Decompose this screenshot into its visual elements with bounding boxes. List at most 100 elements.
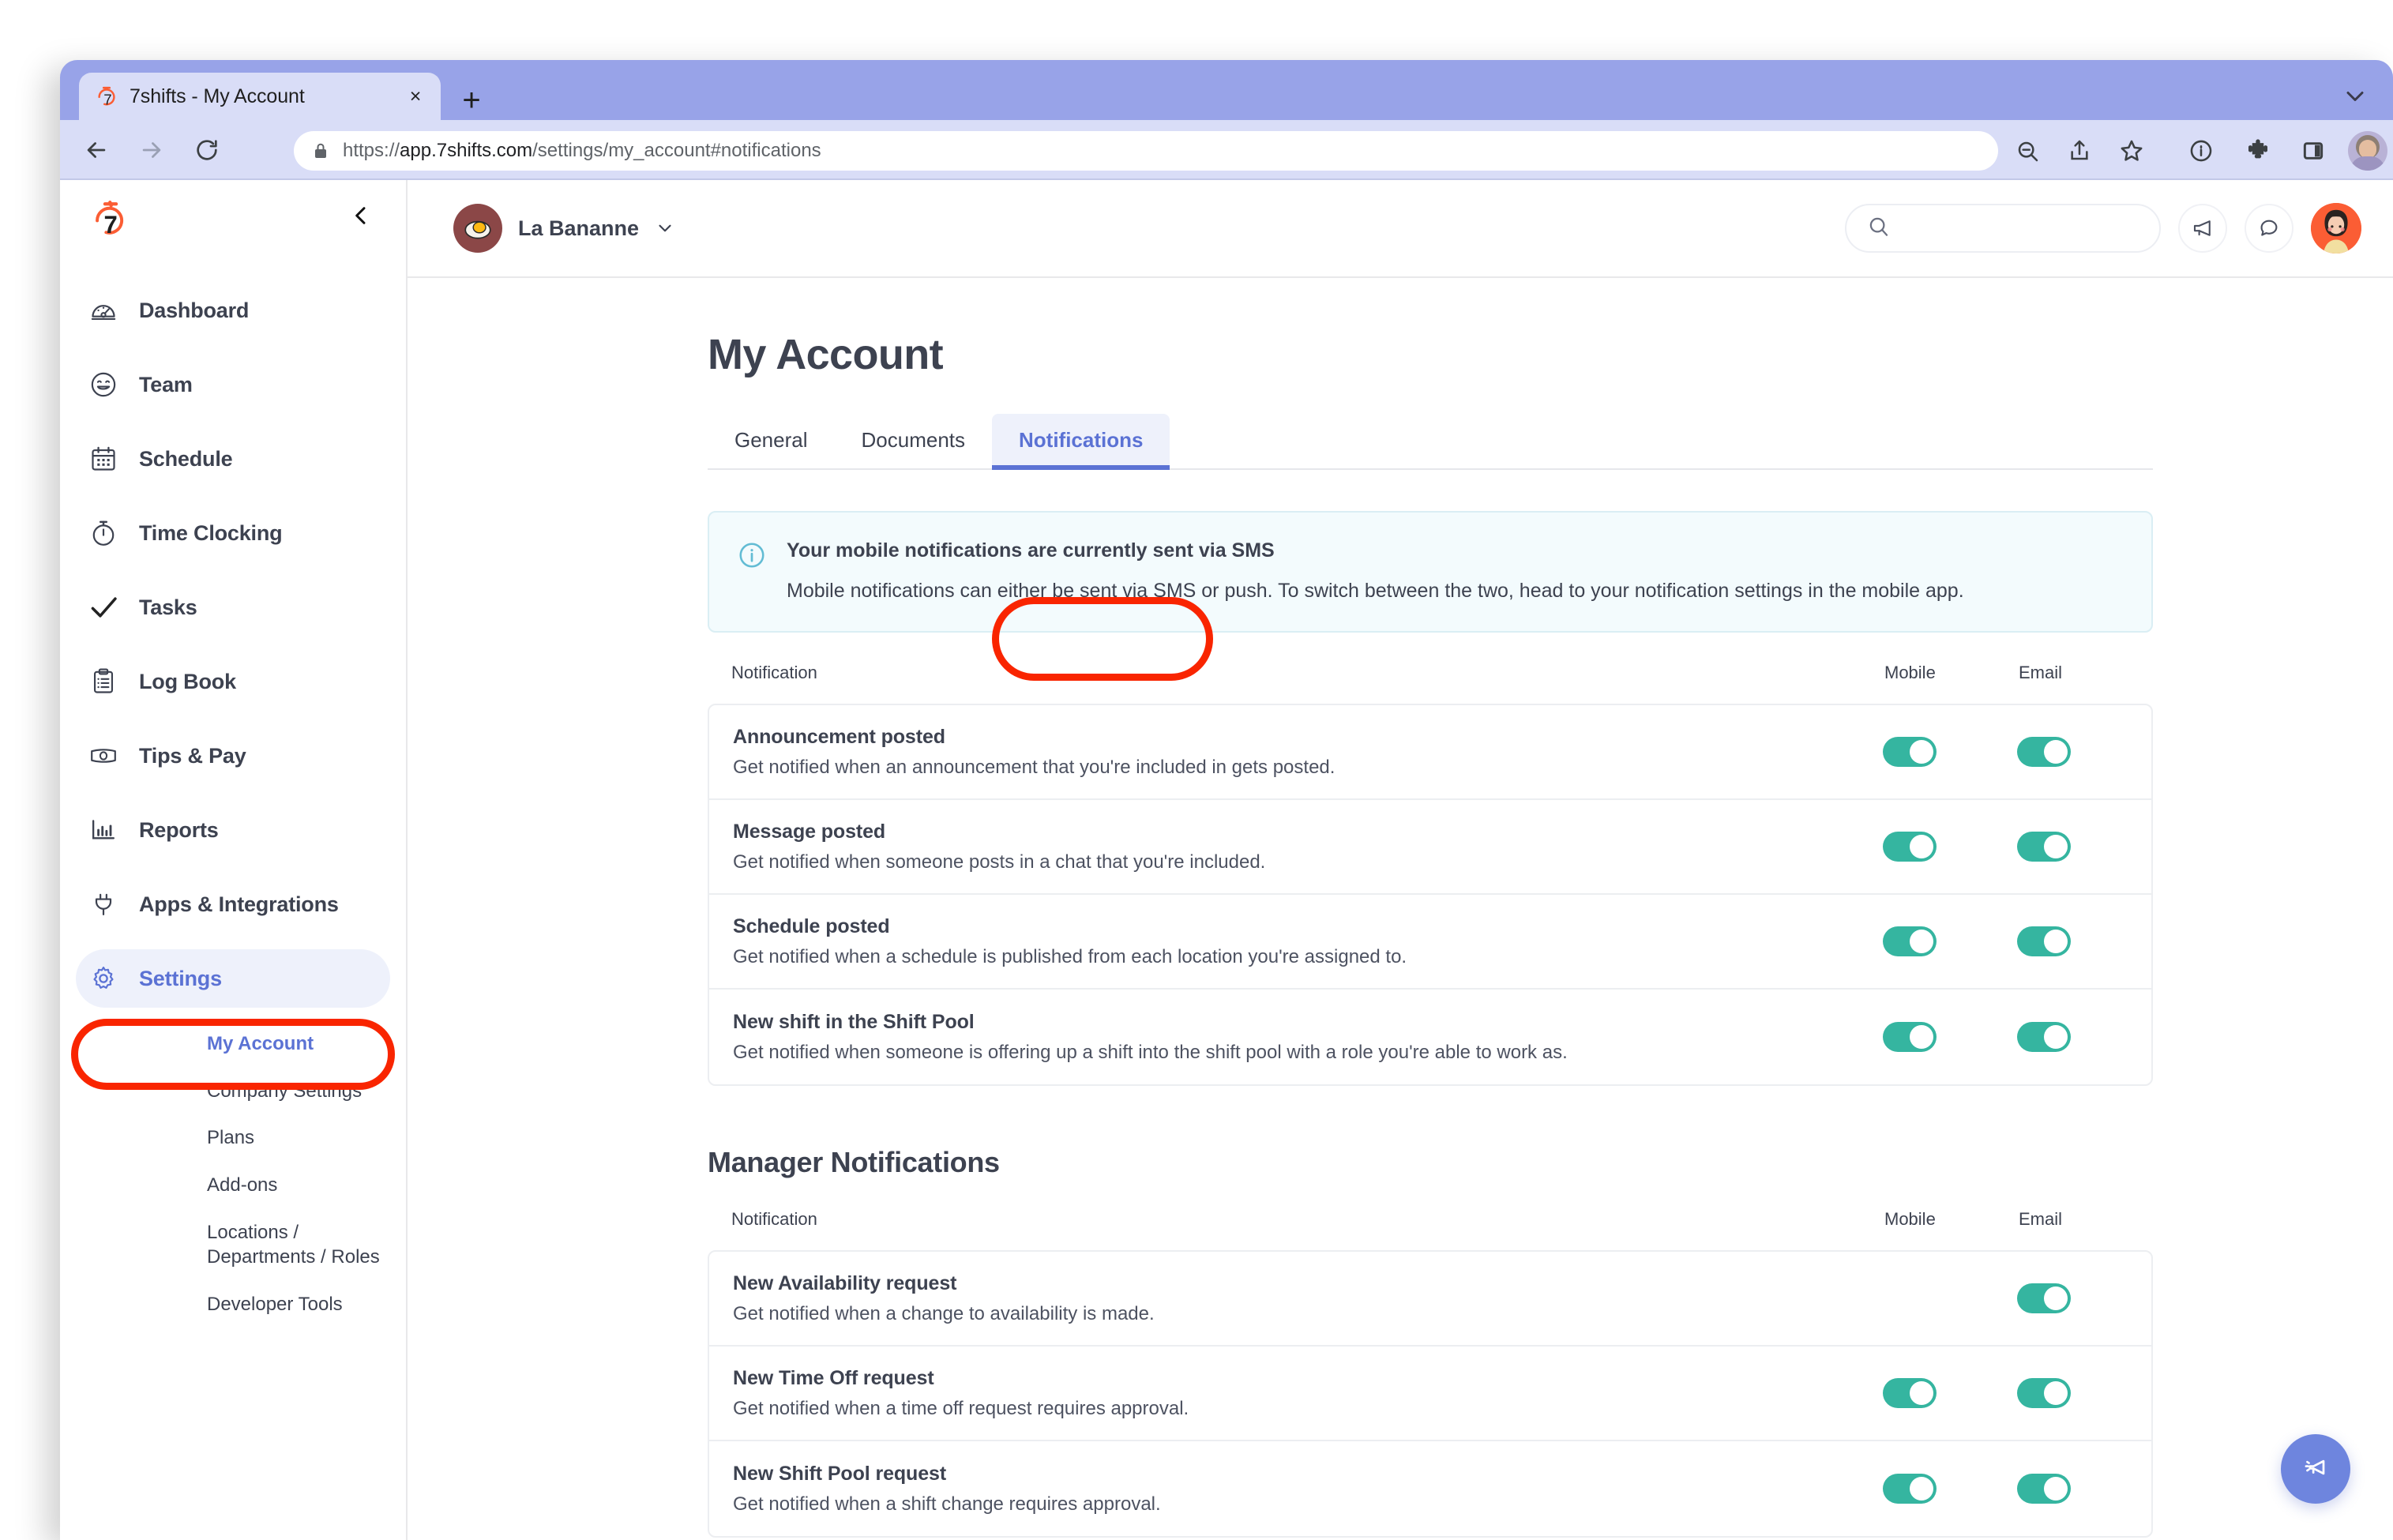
puzzle-piece-icon[interactable] [2238, 131, 2278, 171]
info-circle-icon[interactable] [2181, 131, 2221, 171]
email-toggle[interactable] [2017, 832, 2071, 862]
mobile-toggle[interactable] [1883, 832, 1937, 862]
7shifts-logo-icon[interactable]: 7 [92, 199, 130, 240]
sidebar-item-apps-integrations[interactable]: Apps & Integrations [60, 867, 406, 941]
search-input[interactable] [1845, 204, 2161, 253]
profile-avatar-icon[interactable] [2347, 130, 2388, 171]
page-title: My Account [708, 331, 944, 378]
announcements-button[interactable] [2178, 204, 2227, 253]
column-header-mobile: Mobile [1884, 663, 1936, 682]
chevron-down-icon [655, 218, 675, 239]
sidebar-subitem-developer-tools[interactable]: Developer Tools [207, 1281, 385, 1328]
row-description: Get notified when a change to availabili… [733, 1302, 1155, 1324]
sidebar-item-label: Tasks [139, 595, 197, 619]
row-description: Get notified when someone is offering up… [733, 1041, 1568, 1063]
sidebar-header: 7 [60, 180, 406, 259]
main-content: My Account General Documents Notificatio… [408, 278, 2393, 1540]
back-arrow-icon[interactable] [77, 131, 115, 169]
sidebar-item-settings[interactable]: Settings [60, 941, 406, 1016]
sidebar-item-dashboard[interactable]: Dashboard [60, 273, 406, 347]
manager-notifications-table: Notification Mobile Email New Availabili… [708, 1179, 2153, 1538]
sidebar-item-schedule[interactable]: Schedule [60, 422, 406, 496]
sidebar-item-label: Log Book [139, 669, 236, 693]
gauge-icon [88, 295, 118, 325]
new-tab-button[interactable]: + [456, 85, 486, 116]
column-header-notification: Notification [731, 1209, 817, 1229]
sidebar-subnav: My Account Company Settings Plans Add-on… [60, 1020, 406, 1328]
sidebar-item-reports[interactable]: Reports [60, 793, 406, 867]
tab-general[interactable]: General [708, 414, 835, 468]
column-header-email: Email [2019, 663, 2063, 682]
zoom-out-icon[interactable] [2008, 131, 2047, 171]
personal-notifications-table: Notification Mobile Email Announcement p… [708, 633, 2153, 1086]
location-switcher[interactable]: La Bananne [453, 204, 675, 253]
tab-notifications[interactable]: Notifications [992, 414, 1170, 470]
row-title: New shift in the Shift Pool [733, 1010, 975, 1033]
lock-icon [313, 141, 329, 160]
email-toggle[interactable] [2017, 1378, 2071, 1408]
browser-toolbar: https://app.7shifts.com/settings/my_acco… [60, 120, 2393, 180]
email-toggle[interactable] [2017, 737, 2071, 767]
sidebar-item-label: Schedule [139, 446, 233, 471]
sidebar-item-team[interactable]: Team [60, 347, 406, 422]
location-name: La Bananne [518, 216, 640, 240]
row-title: Message posted [733, 820, 886, 843]
sidebar-item-label: Team [139, 372, 193, 396]
sidebar-item-time-clocking[interactable]: Time Clocking [60, 496, 406, 570]
sidebar-item-tips-and-pay[interactable]: Tips & Pay [60, 719, 406, 793]
email-toggle[interactable] [2017, 1022, 2071, 1052]
row-title: Announcement posted [733, 725, 945, 748]
table-row: New Shift Pool request Get notified when… [709, 1441, 2151, 1536]
mobile-toggle[interactable] [1883, 1378, 1937, 1408]
browser-tab[interactable]: 7 7shifts - My Account × [79, 73, 441, 120]
sidebar-subitem-plans[interactable]: Plans [207, 1114, 385, 1162]
tab-documents[interactable]: Documents [835, 414, 993, 468]
chat-button[interactable] [2245, 204, 2293, 253]
side-panel-icon[interactable] [2293, 131, 2333, 171]
manager-notifications-title: Manager Notifications [708, 1146, 1000, 1178]
column-header-notification: Notification [731, 663, 817, 682]
row-description: Get notified when a shift change require… [733, 1493, 1161, 1515]
email-toggle[interactable] [2017, 1283, 2071, 1313]
svg-text:7: 7 [103, 91, 111, 107]
star-icon[interactable] [2112, 131, 2151, 171]
mobile-toggle[interactable] [1883, 1022, 1937, 1052]
announcement-fab-button[interactable] [2281, 1434, 2350, 1504]
browser-window: 7 7shifts - My Account × + https://app.7… [60, 60, 2393, 1540]
sidebar-subitem-add-ons[interactable]: Add-ons [207, 1162, 385, 1209]
email-toggle[interactable] [2017, 1474, 2071, 1504]
banknote-icon [88, 741, 118, 771]
sidebar-subitem-locations-departments-roles[interactable]: Locations / Departments / Roles [207, 1209, 385, 1281]
forward-arrow-icon[interactable] [133, 131, 171, 169]
sidebar-subitem-company-settings[interactable]: Company Settings [207, 1068, 385, 1115]
reload-icon[interactable] [188, 131, 226, 169]
sidebar-item-label: Tips & Pay [139, 743, 246, 768]
row-description: Get notified when a schedule is publishe… [733, 945, 1407, 967]
address-bar-url: https://app.7shifts.com/settings/my_acco… [343, 140, 821, 161]
sidebar-item-log-book[interactable]: Log Book [60, 644, 406, 719]
chevron-down-icon[interactable] [2341, 82, 2369, 111]
chevron-left-icon[interactable] [347, 202, 374, 229]
banner-body: Mobile notifications can either be sent … [787, 580, 1964, 602]
close-icon[interactable]: × [404, 85, 426, 107]
sidebar-subitem-my-account[interactable]: My Account [207, 1020, 385, 1068]
sidebar-nav: Dashboard Team Schedule Time Clocking Ta… [60, 273, 406, 1016]
address-bar[interactable]: https://app.7shifts.com/settings/my_acco… [294, 131, 1998, 171]
row-title: New Availability request [733, 1271, 957, 1294]
svg-text:7: 7 [104, 211, 118, 239]
email-toggle[interactable] [2017, 926, 2071, 956]
mobile-toggle[interactable] [1883, 926, 1937, 956]
mobile-toggle[interactable] [1883, 1474, 1937, 1504]
mobile-toggle[interactable] [1883, 737, 1937, 767]
calendar-icon [88, 444, 118, 474]
table-header: Notification Mobile Email [708, 633, 2153, 704]
sidebar-item-label: Reports [139, 817, 219, 842]
row-title: New Time Off request [733, 1366, 934, 1389]
table-row: Message posted Get notified when someone… [709, 800, 2151, 895]
browser-tab-strip: 7 7shifts - My Account × + [60, 60, 2393, 120]
user-avatar[interactable] [2311, 203, 2361, 254]
clipboard-icon [88, 667, 118, 697]
share-icon[interactable] [2060, 131, 2099, 171]
column-header-mobile: Mobile [1884, 1209, 1936, 1229]
sidebar-item-tasks[interactable]: Tasks [60, 570, 406, 644]
